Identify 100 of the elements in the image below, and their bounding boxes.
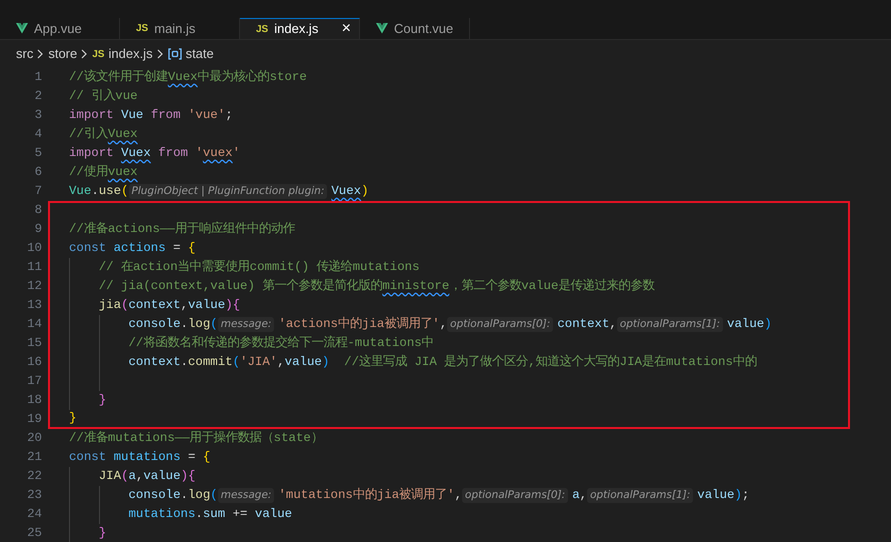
code-token: ( [121, 468, 128, 485]
code-token: mutations [127, 506, 196, 523]
inlay-hint: optionalParams[0]: [447, 317, 554, 332]
code-token: += [232, 506, 248, 523]
code-token: = [186, 449, 196, 466]
code-comment: // 在action当中需要使用commit() 传递给mutations [98, 258, 420, 276]
code-comment: ministore [382, 278, 450, 295]
code-token: ) [734, 487, 742, 504]
code-token: context [127, 354, 181, 371]
code-token: import [69, 107, 115, 124]
code-token: value [188, 297, 226, 314]
code-token: . [180, 316, 188, 333]
code-token: commit [188, 354, 233, 371]
code-comment: ，第二个参数value是传递过来的参数 [449, 278, 654, 295]
code-token: } [98, 392, 106, 409]
line-number: 18 [26, 392, 43, 409]
line-number: 22 [26, 468, 43, 485]
code-token: Vuex [331, 183, 362, 200]
js-file-icon: JS [256, 22, 268, 36]
line-number: 5 [34, 145, 43, 162]
code-token: ( [121, 297, 128, 314]
close-tab-button[interactable]: × [342, 21, 351, 37]
code-token: context [557, 316, 610, 333]
code-token: ( [210, 487, 218, 504]
code-token: ( [210, 316, 218, 333]
code-token: , [440, 316, 448, 333]
code-comment: //该文件用于创建 [69, 68, 168, 86]
code-comment: //使用 [69, 164, 108, 181]
code-token: value [727, 316, 764, 333]
code-token: ( [232, 354, 240, 371]
code-comment: //这里写成 JIA 是为了做个区分,知道这个大写的JIA是在mutations中的 [343, 354, 757, 371]
code-comment: // jia(context,value) 第一个参数是简化版的 [98, 278, 382, 295]
code-token: const [69, 240, 108, 257]
code-token: value [143, 468, 181, 485]
line-number: 2 [34, 88, 43, 105]
code-token: ' [232, 145, 240, 162]
code-token: } [98, 525, 106, 542]
line-number: 15 [26, 335, 43, 352]
code-token: , [609, 316, 617, 333]
inlay-hint: optionalParams[0]: [462, 488, 568, 503]
code-token: , [277, 354, 285, 371]
code-token: from [157, 145, 189, 162]
code-comment: 中最为核心的store [198, 68, 307, 86]
code-token: log [188, 316, 210, 333]
code-comment: //将函数名和传递的参数提交给下一流程-mutations中 [127, 334, 434, 352]
code-token: value [254, 506, 292, 523]
line-number: 16 [26, 354, 43, 371]
code-token: . [195, 506, 203, 523]
chevron-right-icon [37, 49, 44, 59]
code-token: = [172, 240, 182, 257]
code-token: ){ [225, 297, 240, 314]
code-token: ; [742, 487, 750, 504]
code-token: } [69, 410, 76, 427]
code-token: JIA [98, 468, 122, 485]
code-token: a [128, 468, 136, 485]
chevron-right-icon [156, 49, 164, 59]
line-number: 6 [34, 164, 43, 181]
line-number: 7 [34, 183, 43, 200]
code-token: context [128, 297, 181, 314]
line-number: 10 [26, 240, 43, 257]
code-token: log [188, 487, 210, 504]
code-token: , [580, 487, 588, 504]
editor-tab[interactable]: JS index.js × [240, 18, 360, 39]
line-number: 14 [26, 316, 43, 333]
code-token: ){ [180, 468, 196, 485]
code-token: console [127, 487, 181, 504]
breadcrumb-item[interactable]: src [16, 44, 34, 64]
code-token: , [180, 297, 188, 314]
code-token: 'mutations中的jia被调用了' [278, 486, 455, 504]
code-token: ) [764, 316, 772, 333]
code-token: Vuex [121, 145, 151, 162]
line-number: 11 [26, 259, 43, 276]
breadcrumb-item[interactable]: state [186, 44, 214, 64]
line-number: 23 [26, 487, 43, 504]
inlay-hint: PluginObject | PluginFunction plugin: [128, 184, 328, 199]
code-token: import [69, 145, 115, 162]
line-number: 25 [26, 525, 43, 542]
code-token: , [136, 468, 144, 485]
inlay-hint: optionalParams[1]: [587, 488, 694, 503]
code-token: use [98, 183, 122, 200]
code-token: vuex [202, 145, 233, 162]
code-token: . [91, 183, 99, 200]
code-token: value [284, 354, 322, 371]
variable-symbol-icon [168, 48, 182, 60]
code-token: 'actions中的jia被调用了' [278, 316, 440, 333]
line-number: 12 [26, 278, 43, 295]
vue-logo-icon [16, 23, 28, 34]
line-number: 17 [26, 373, 43, 390]
breadcrumb-item[interactable]: store [48, 44, 78, 64]
code-comment: // 引入vue [69, 88, 138, 105]
code-token: jia [98, 297, 122, 314]
code-comment: //引入 [69, 126, 108, 143]
line-number: 9 [34, 221, 43, 238]
code-token: . [180, 487, 188, 504]
code-token: actions [114, 240, 166, 257]
breadcrumb-item[interactable]: index.js [108, 44, 153, 64]
code-token: ) [322, 354, 330, 371]
code-token: mutations [114, 449, 181, 466]
code-token: ; [225, 107, 233, 124]
code-token: ( [121, 183, 128, 200]
